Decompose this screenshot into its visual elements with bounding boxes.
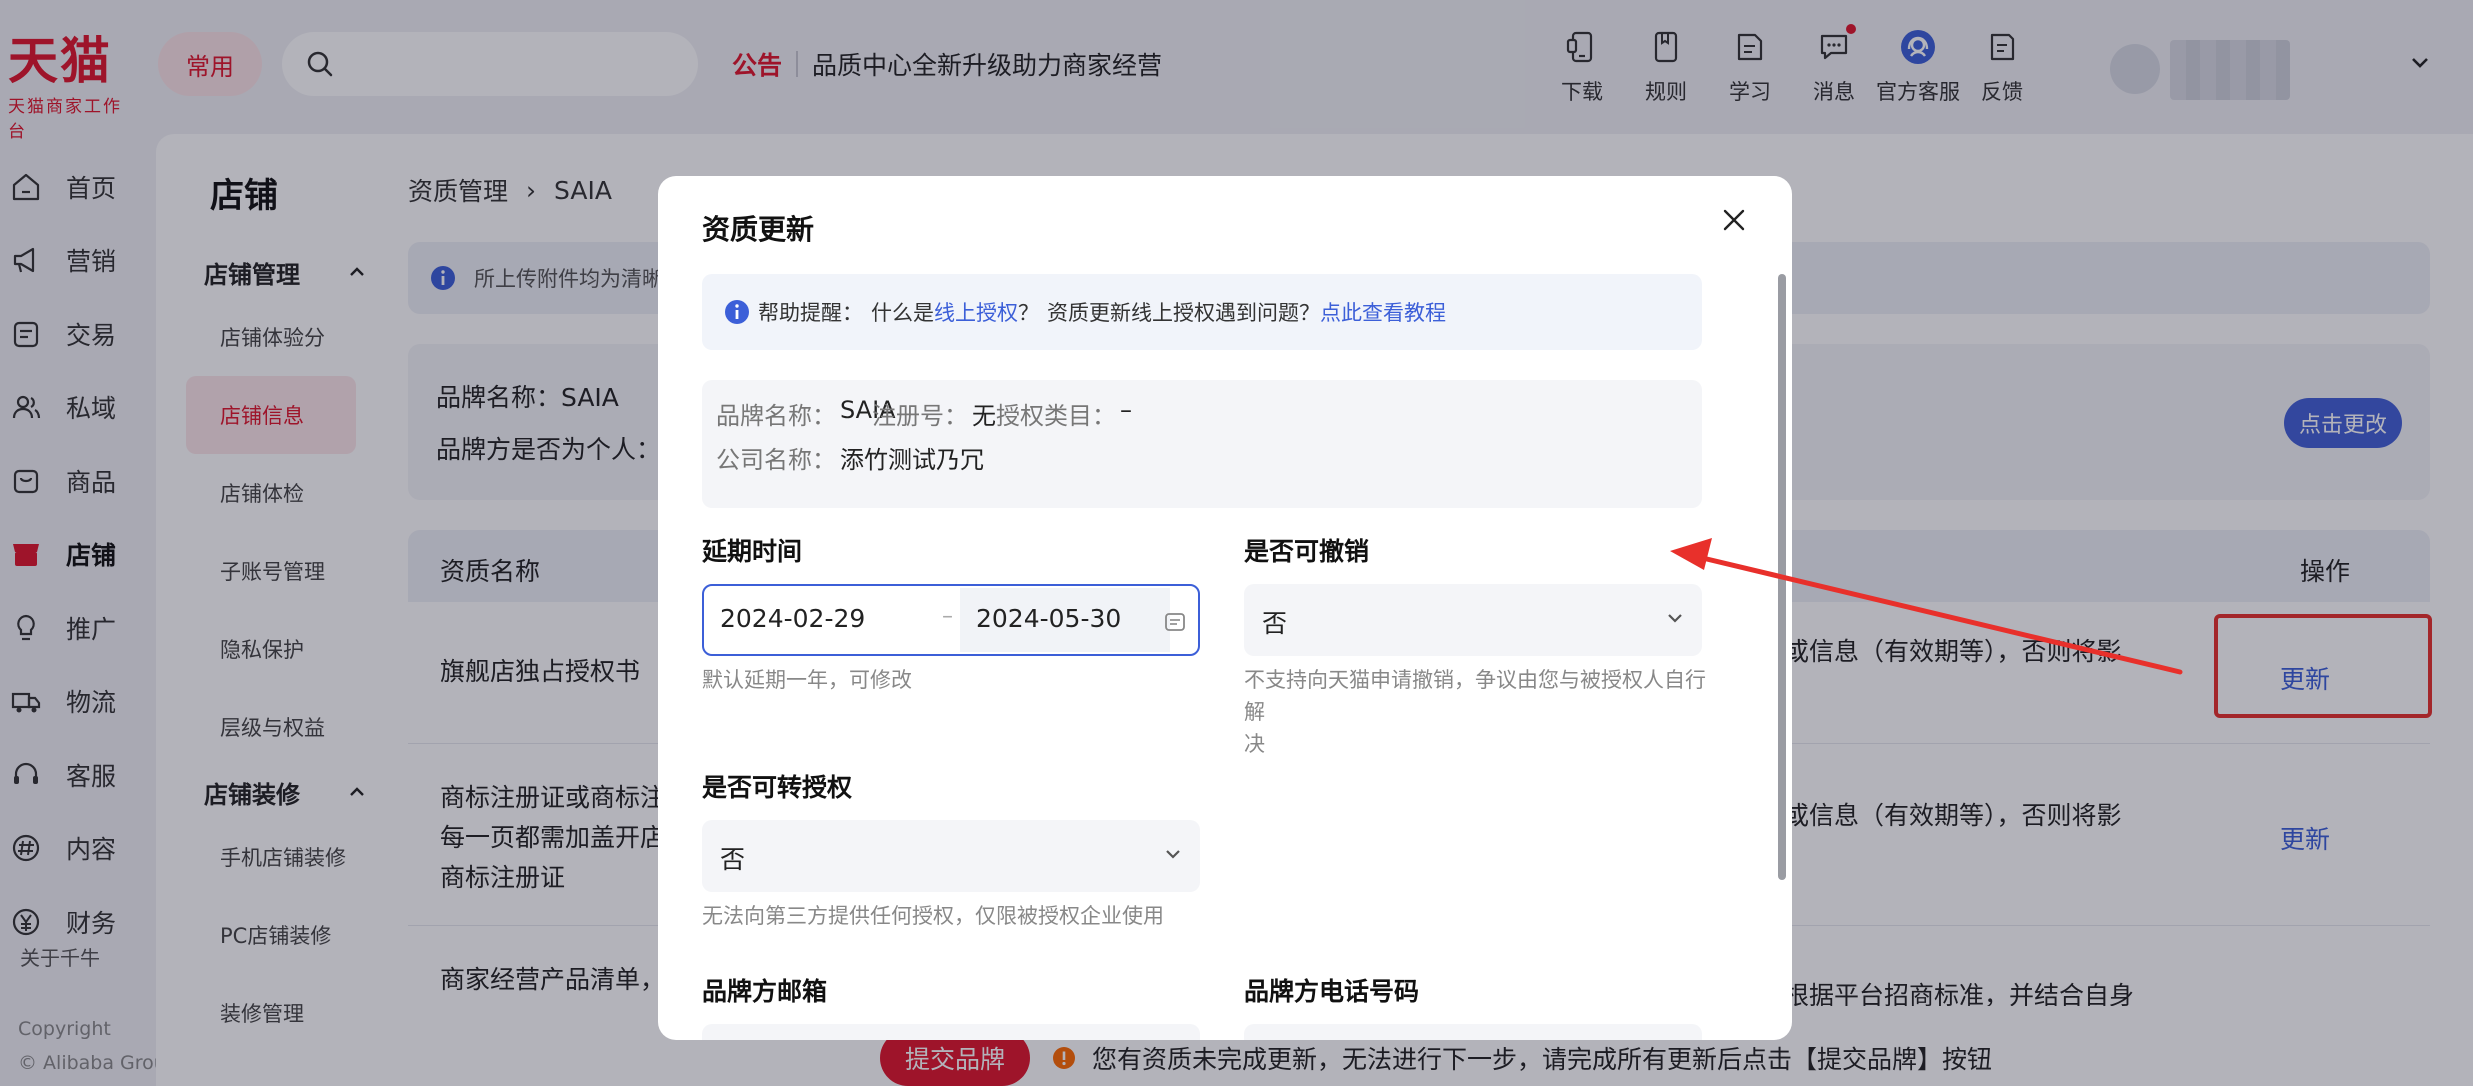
annotation-arrow bbox=[1670, 538, 2183, 675]
